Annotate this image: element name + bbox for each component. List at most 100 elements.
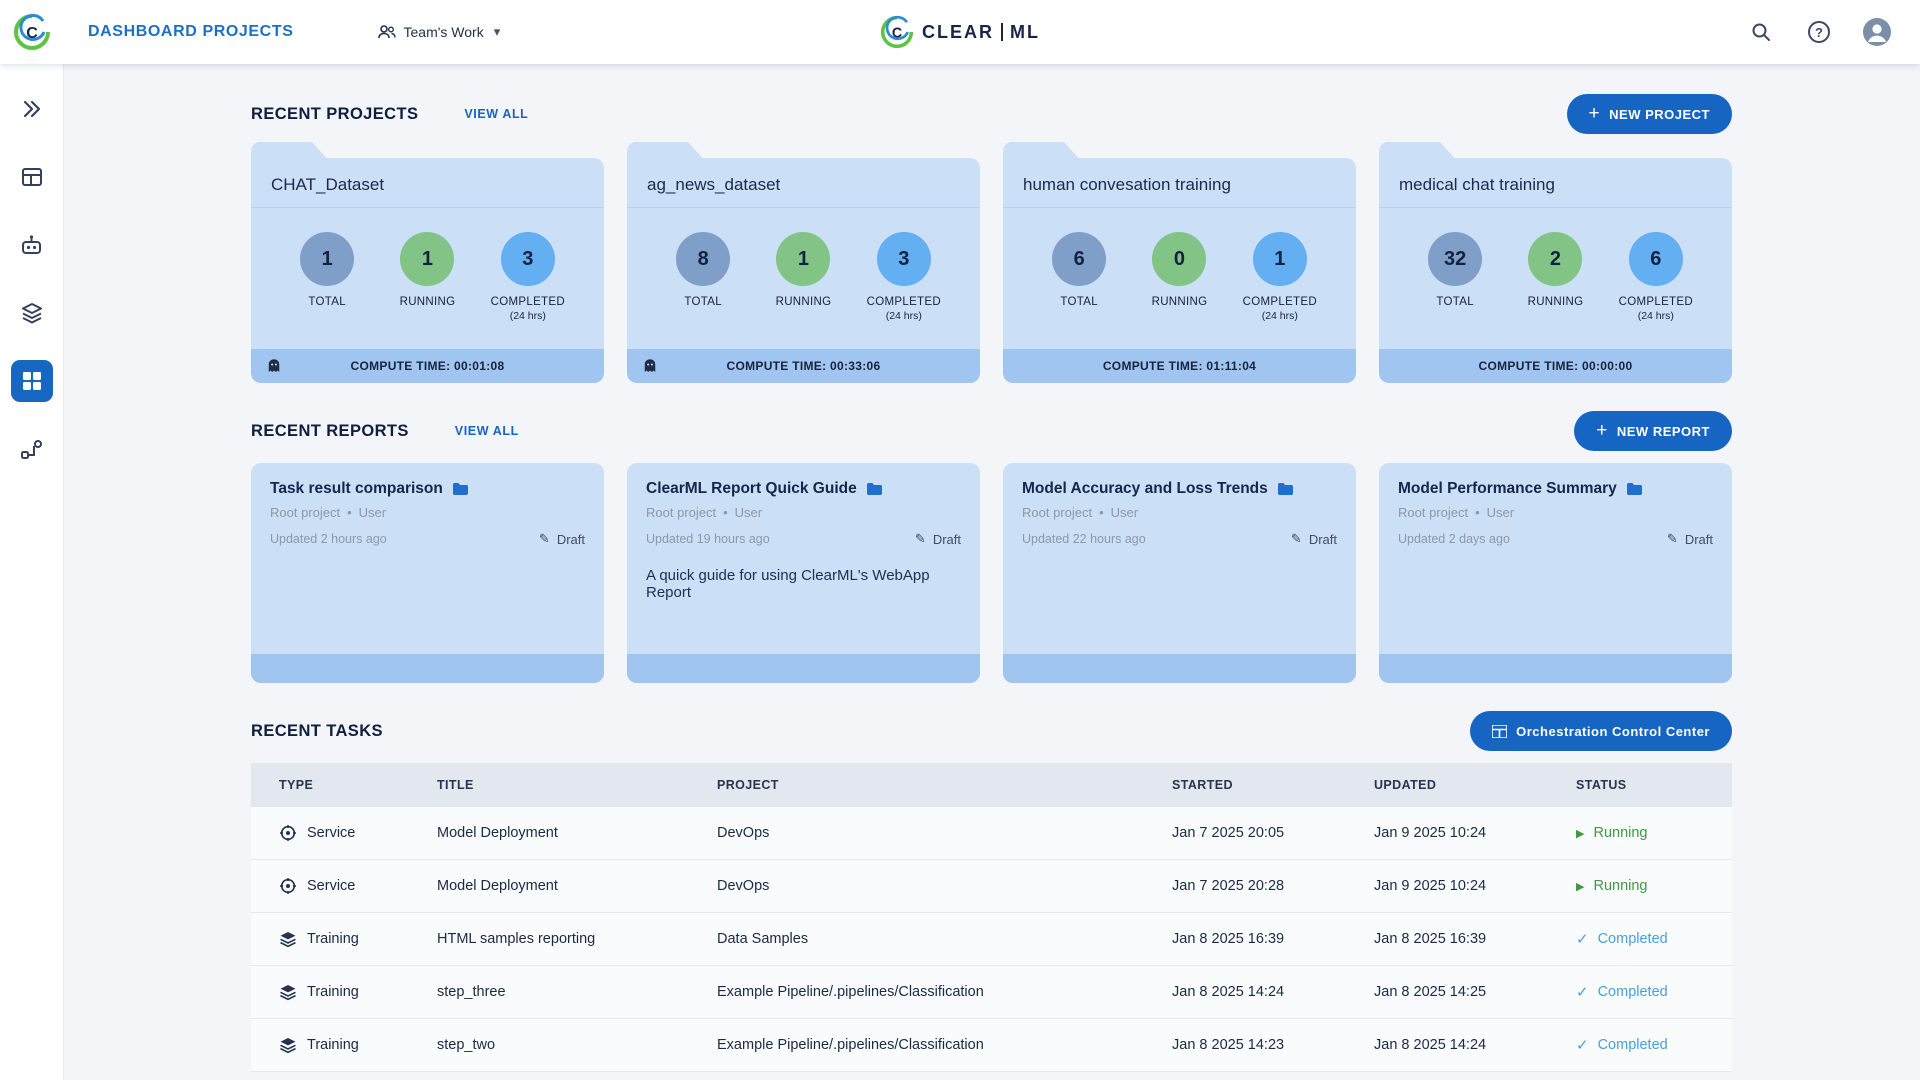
task-project: DevOps <box>717 825 770 841</box>
reports-section-header: RECENT REPORTS VIEW ALL + NEW REPORT <box>251 411 1732 451</box>
completed-label: COMPLETED <box>490 296 565 308</box>
new-report-button[interactable]: + NEW REPORT <box>1574 411 1732 451</box>
report-card-footer <box>627 654 980 683</box>
report-title: Model Performance Summary <box>1398 480 1617 497</box>
report-card[interactable]: ClearML Report Quick Guide Root project … <box>627 463 980 683</box>
report-card[interactable]: Task result comparison Root project • Us… <box>251 463 604 683</box>
projects-heading: RECENT PROJECTS <box>251 104 419 123</box>
compute-time-text: COMPUTE TIME: 00:01:08 <box>350 359 505 373</box>
main-content: RECENT PROJECTS VIEW ALL + NEW PROJECT C… <box>64 64 1920 1080</box>
report-card-footer <box>1379 654 1732 683</box>
folder-icon <box>1626 483 1642 495</box>
bullet-separator: • <box>723 505 728 520</box>
running-label: RUNNING <box>1151 296 1208 308</box>
bullet-separator: • <box>1475 505 1480 520</box>
grid-icon <box>1492 724 1508 738</box>
workspace-selector[interactable]: Team's Work ▾ <box>377 24 500 40</box>
task-started: Jan 8 2025 16:39 <box>1172 931 1285 947</box>
task-title: Model Deployment <box>437 878 558 894</box>
completed-label: COMPLETED <box>1242 296 1317 308</box>
running-count: 1 <box>776 232 831 286</box>
report-card[interactable]: Model Performance Summary Root project •… <box>1379 463 1732 683</box>
total-label: TOTAL <box>1436 296 1474 308</box>
service-type-icon <box>280 878 296 894</box>
workflow-icon <box>21 439 42 459</box>
pencil-icon: ✎ <box>914 531 926 546</box>
project-card[interactable]: human convesation training 6 TOTAL 0 RUNNI… <box>1003 158 1356 383</box>
sidebar <box>0 64 64 1080</box>
reports-view-all-link[interactable]: VIEW ALL <box>455 424 519 438</box>
folder-icon <box>452 483 468 495</box>
ghost-icon <box>268 359 280 372</box>
help-button[interactable]: ? <box>1802 15 1836 49</box>
sidebar-item-datasets[interactable] <box>11 156 53 198</box>
table-row[interactable]: Service Model Deployment DevOps Jan 7 20… <box>251 807 1732 860</box>
project-card[interactable]: CHAT_Dataset 1 TOTAL 1 RUNNING 3 COMPLETED (… <box>251 158 604 383</box>
pencil-icon: ✎ <box>538 531 550 546</box>
sidebar-item-projects[interactable] <box>11 88 53 130</box>
completed-window-label: (24 hrs) <box>1637 310 1674 322</box>
report-author: User <box>358 505 387 520</box>
recent-tasks-table: TYPE TITLE PROJECT STARTED UPDATED STATU… <box>251 763 1732 1072</box>
running-label: RUNNING <box>775 296 832 308</box>
completed-count: 3 <box>500 232 555 286</box>
project-card[interactable]: ag_news_dataset 8 TOTAL 1 RUNNING 3 COMPLET… <box>627 158 980 383</box>
table-header-row: TYPE TITLE PROJECT STARTED UPDATED STATU… <box>251 763 1732 807</box>
task-title: step_two <box>437 1037 496 1053</box>
column-header-project: PROJECT <box>717 778 779 792</box>
task-updated: Jan 9 2025 10:24 <box>1374 825 1487 841</box>
logo-divider <box>1001 23 1003 41</box>
task-title: HTML samples reporting <box>437 931 596 947</box>
compute-time-text: COMPUTE TIME: 00:33:06 <box>726 359 881 373</box>
report-project: Root project <box>1022 505 1093 520</box>
column-header-status: STATUS <box>1576 778 1627 792</box>
project-name: medical chat training <box>1399 175 1555 194</box>
new-project-button[interactable]: + NEW PROJECT <box>1566 94 1732 134</box>
table-row[interactable]: Service Model Deployment DevOps Jan 7 20… <box>251 860 1732 913</box>
report-card[interactable]: Model Accuracy and Loss Trends Root proj… <box>1003 463 1356 683</box>
task-started: Jan 7 2025 20:05 <box>1172 825 1285 841</box>
sidebar-item-agents[interactable] <box>11 224 53 266</box>
report-title: Model Accuracy and Loss Trends <box>1022 480 1268 497</box>
sidebar-item-dashboard-active[interactable] <box>10 360 53 402</box>
task-title: step_three <box>437 984 506 1000</box>
clearml-logo-icon: C <box>880 15 914 49</box>
status-badge: ▶ Running <box>1576 878 1648 894</box>
report-status: ✎ Draft <box>914 531 961 547</box>
folder-tab <box>627 142 703 159</box>
project-card[interactable]: medical chat training 32 TOTAL 2 RUNNING 6… <box>1379 158 1732 383</box>
total-label: TOTAL <box>1060 296 1098 308</box>
table-icon <box>21 168 42 186</box>
training-type-icon <box>280 985 296 1001</box>
table-row[interactable]: Training step_three Example Pipeline/.pi… <box>251 966 1732 1019</box>
task-type: Training <box>307 931 359 947</box>
table-row[interactable]: Training step_two Example Pipeline/.pipe… <box>251 1019 1732 1072</box>
plus-icon: + <box>1596 419 1608 441</box>
orchestration-control-center-button[interactable]: Orchestration Control Center <box>1470 711 1732 751</box>
column-header-title: TITLE <box>437 778 474 792</box>
sidebar-item-pipelines[interactable] <box>11 428 53 470</box>
compute-time-bar: COMPUTE TIME: 00:01:08 <box>251 349 604 383</box>
compute-time-bar: COMPUTE TIME: 01:11:04 <box>1003 349 1356 383</box>
divider <box>1379 207 1732 208</box>
grid-icon <box>22 372 41 390</box>
compute-time-bar: COMPUTE TIME: 00:33:06 <box>627 349 980 383</box>
report-updated: Updated 2 hours ago <box>270 532 387 546</box>
total-count: 1 <box>300 232 355 286</box>
report-author: User <box>734 505 763 520</box>
task-type: Service <box>307 878 356 894</box>
bullet-separator: • <box>1099 505 1104 520</box>
report-updated: Updated 2 days ago <box>1398 532 1510 546</box>
status-badge: ✓ Completed <box>1576 984 1668 1001</box>
table-row[interactable]: Training HTML samples reporting Data Sam… <box>251 913 1732 966</box>
task-started: Jan 8 2025 14:23 <box>1172 1037 1285 1053</box>
user-avatar[interactable] <box>1860 15 1894 49</box>
ghost-icon <box>644 359 656 372</box>
sidebar-item-hyperdatasets[interactable] <box>11 292 53 334</box>
robot-icon <box>22 234 41 254</box>
completed-icon: ✓ <box>1576 931 1589 948</box>
search-button[interactable] <box>1744 15 1778 49</box>
column-header-updated: UPDATED <box>1374 778 1437 792</box>
top-bar: C DASHBOARD PROJECTS Team's Work ▾ C CLE… <box>0 0 1920 64</box>
projects-view-all-link[interactable]: VIEW ALL <box>464 107 528 121</box>
